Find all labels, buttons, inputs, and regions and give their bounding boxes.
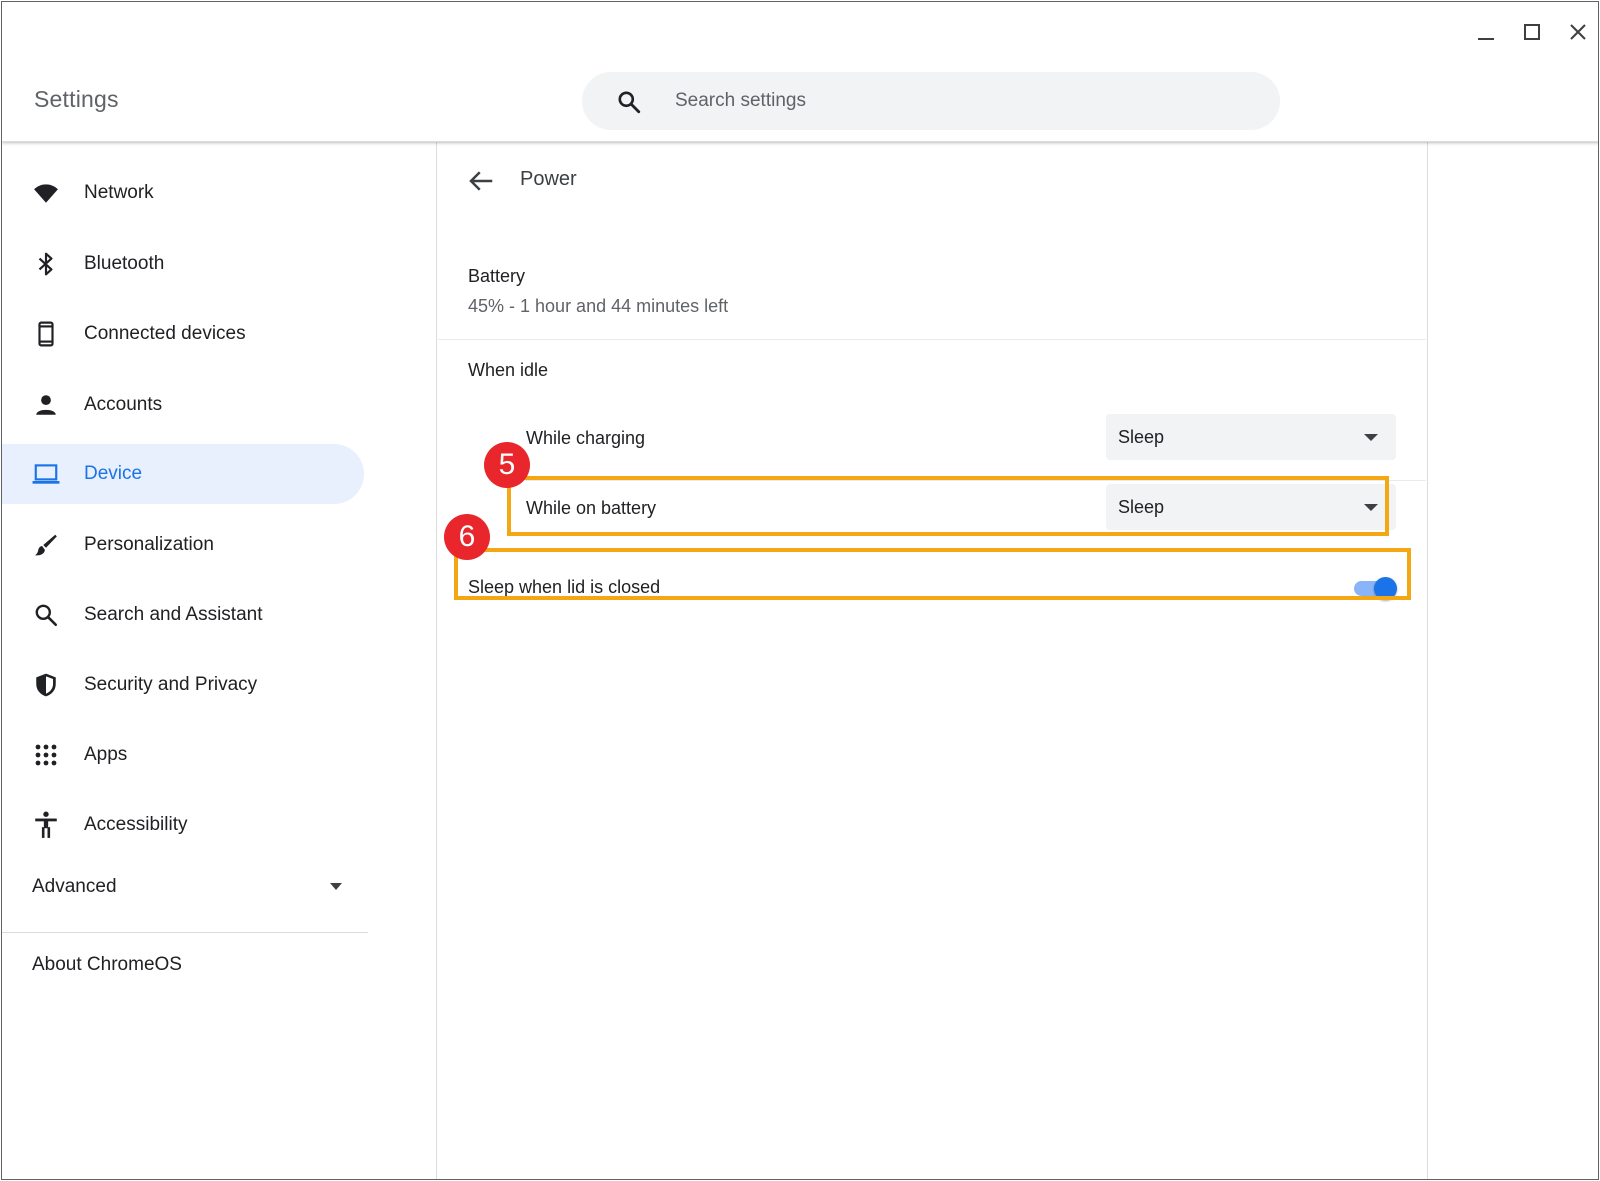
sidebar-item-accessibility[interactable]: Accessibility bbox=[2, 795, 364, 855]
accessibility-icon bbox=[32, 811, 60, 839]
power-page: Power Battery 45% - 1 hour and 44 minute… bbox=[438, 142, 1428, 1179]
app-title: Settings bbox=[34, 86, 119, 112]
sidebar-item-label: Personalization bbox=[84, 534, 214, 555]
search-icon bbox=[32, 601, 60, 629]
sidebar-item-security-privacy[interactable]: Security and Privacy bbox=[2, 655, 364, 715]
laptop-icon bbox=[32, 460, 60, 488]
advanced-label: Advanced bbox=[32, 876, 117, 897]
while-charging-select[interactable]: Sleep bbox=[1106, 414, 1396, 460]
sidebar: Network Bluetooth Connected devices Acco… bbox=[2, 142, 437, 1179]
sidebar-item-label: Device bbox=[84, 463, 143, 484]
search-input[interactable] bbox=[675, 72, 1235, 130]
sidebar-item-label: Network bbox=[84, 182, 154, 203]
sidebar-item-label: Accessibility bbox=[84, 814, 188, 835]
page-header: Power bbox=[438, 142, 1426, 222]
when-idle-label: When idle bbox=[468, 360, 549, 380]
while-charging-label: While charging bbox=[526, 428, 646, 448]
settings-window: Settings Network bbox=[1, 1, 1599, 1180]
annotation-badge-5: 5 bbox=[484, 442, 530, 488]
apps-grid-icon bbox=[32, 741, 60, 769]
close-button[interactable] bbox=[1562, 16, 1594, 48]
sidebar-item-accounts[interactable]: Accounts bbox=[2, 375, 364, 435]
sidebar-item-label: Search and Assistant bbox=[84, 604, 263, 625]
close-icon bbox=[1570, 24, 1586, 40]
highlight-sleep-lid-closed bbox=[454, 548, 1411, 600]
maximize-button[interactable] bbox=[1516, 16, 1548, 48]
sidebar-item-label: Connected devices bbox=[84, 323, 246, 344]
sidebar-item-label: Accounts bbox=[84, 394, 163, 415]
brush-icon bbox=[32, 531, 60, 559]
sidebar-item-label: Security and Privacy bbox=[84, 674, 258, 695]
phone-icon bbox=[32, 320, 60, 348]
search-box[interactable] bbox=[582, 72, 1280, 130]
header: Settings bbox=[2, 2, 1598, 142]
annotation-badge-6: 6 bbox=[444, 514, 490, 560]
person-icon bbox=[32, 391, 60, 419]
sidebar-item-bluetooth[interactable]: Bluetooth bbox=[2, 234, 364, 294]
back-arrow-icon[interactable] bbox=[466, 166, 496, 196]
battery-status: 45% - 1 hour and 44 minutes left bbox=[468, 296, 729, 316]
sidebar-item-label: Bluetooth bbox=[84, 253, 165, 274]
sidebar-item-search-assistant[interactable]: Search and Assistant bbox=[2, 585, 364, 645]
sidebar-item-device[interactable]: Device bbox=[2, 444, 364, 504]
sidebar-item-about[interactable]: About ChromeOS bbox=[32, 954, 182, 976]
sidebar-item-connected-devices[interactable]: Connected devices bbox=[2, 304, 364, 364]
section-divider bbox=[438, 339, 1426, 340]
maximize-icon bbox=[1524, 24, 1540, 40]
sidebar-divider bbox=[2, 932, 368, 933]
battery-label: Battery bbox=[468, 266, 526, 286]
highlight-while-on-battery bbox=[507, 476, 1389, 536]
sidebar-item-network[interactable]: Network bbox=[2, 163, 364, 223]
shield-icon bbox=[32, 671, 60, 699]
page-title: Power bbox=[520, 168, 577, 190]
chevron-down-icon bbox=[330, 883, 342, 890]
sidebar-item-label: Apps bbox=[84, 744, 128, 765]
minimize-icon bbox=[1478, 38, 1494, 40]
search-icon bbox=[618, 91, 641, 114]
sidebar-advanced-toggle[interactable]: Advanced bbox=[32, 867, 342, 907]
minimize-button[interactable] bbox=[1470, 16, 1502, 48]
while-charging-value: Sleep bbox=[1118, 427, 1165, 447]
sidebar-item-personalization[interactable]: Personalization bbox=[2, 515, 364, 575]
wifi-icon bbox=[32, 179, 60, 207]
chevron-down-icon bbox=[1364, 434, 1378, 441]
bluetooth-icon bbox=[32, 250, 60, 278]
sidebar-item-apps[interactable]: Apps bbox=[2, 725, 364, 785]
